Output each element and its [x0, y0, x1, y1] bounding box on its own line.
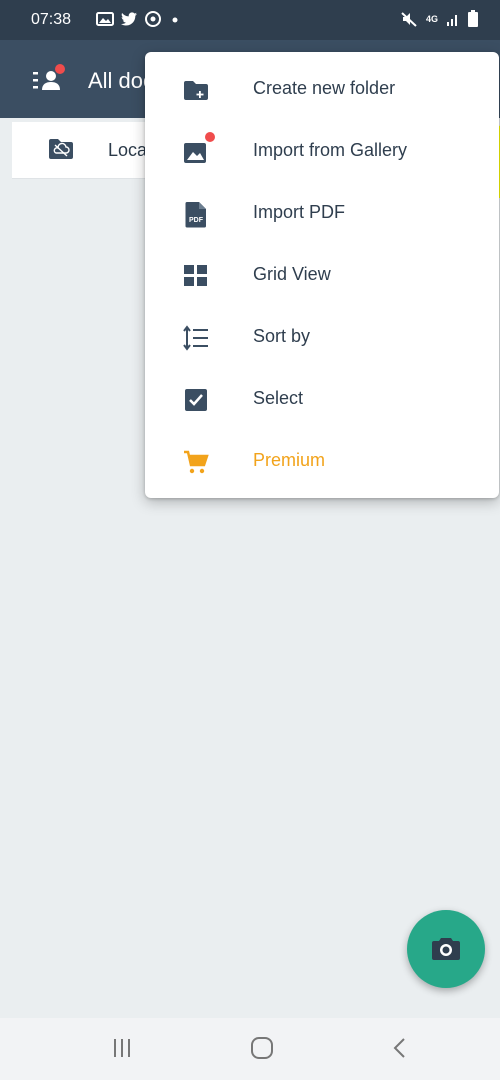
twitter-icon	[121, 12, 137, 26]
menu-button[interactable]	[30, 62, 70, 98]
pdf-icon-text: PDF	[189, 217, 204, 224]
menu-label: Sort by	[253, 326, 311, 346]
menu-label: Import from Gallery	[253, 140, 408, 160]
status-bar: 07:38 4G	[0, 0, 500, 40]
status-icons-left	[96, 10, 182, 28]
home-icon[interactable]	[250, 1036, 274, 1060]
cloud-off-folder-icon	[49, 139, 73, 159]
notification-dot	[55, 64, 65, 74]
sort-icon	[183, 325, 208, 351]
battery-icon	[468, 10, 478, 27]
signal-icon	[447, 15, 457, 26]
menu-label: Import PDF	[253, 202, 346, 222]
lte-icon: 4G	[425, 14, 438, 24]
system-nav-bar	[0, 1018, 500, 1080]
status-icons-right: 4G	[400, 10, 478, 28]
create-folder-icon	[184, 81, 208, 100]
overflow-menu: Create new folder Import from Gallery PD…	[145, 52, 499, 498]
camera-icon	[432, 938, 460, 960]
menu-item-premium[interactable]: Premium	[145, 430, 499, 492]
back-icon[interactable]	[392, 1037, 408, 1059]
menu-label: Grid View	[253, 264, 331, 284]
menu-item-grid-view[interactable]: Grid View	[145, 244, 499, 306]
grid-icon	[184, 265, 207, 286]
mute-icon	[401, 12, 417, 27]
status-time: 07:38	[31, 11, 72, 28]
app-icon	[145, 11, 161, 27]
menu-item-select[interactable]: Select	[145, 368, 499, 430]
menu-label: Select	[253, 388, 304, 408]
menu-item-create-folder[interactable]: Create new folder	[145, 58, 499, 120]
notification-dot	[205, 132, 215, 142]
menu-label: Premium	[253, 450, 326, 470]
menu-item-import-gallery[interactable]: Import from Gallery	[145, 120, 499, 182]
cart-icon	[184, 450, 209, 474]
menu-item-import-pdf[interactable]: PDF Import PDF	[145, 182, 499, 244]
gallery-icon	[184, 143, 206, 163]
dot-icon	[172, 17, 178, 23]
pdf-icon: PDF	[185, 202, 206, 228]
menu-icon	[33, 64, 65, 90]
checkbox-icon	[185, 389, 207, 411]
menu-item-sort-by[interactable]: Sort by	[145, 306, 499, 368]
recent-apps-icon[interactable]	[112, 1037, 132, 1059]
image-icon	[96, 12, 114, 26]
camera-button[interactable]	[407, 910, 485, 988]
menu-label: Create new folder	[253, 78, 396, 98]
